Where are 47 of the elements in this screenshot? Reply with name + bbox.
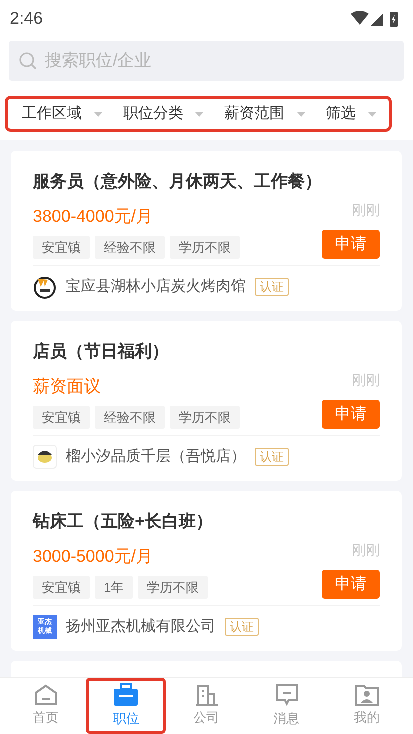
caret-icon [296, 112, 306, 116]
home-icon [34, 684, 58, 706]
nav-tab[interactable]: 首页 [6, 678, 86, 734]
company-name: 榴小汐品质千层（吾悦店） [66, 446, 246, 467]
search-field[interactable]: 搜索职位/企业 [9, 41, 404, 81]
tag: 安宜镇 [33, 406, 90, 429]
search-icon [19, 52, 37, 70]
tag: 经验不限 [95, 406, 165, 429]
job-title: 服务员（意外险、月休两天、工作餐） [33, 171, 323, 193]
nav-tab[interactable]: 公司 [166, 678, 247, 734]
nav-tab[interactable]: 消息 [246, 678, 327, 734]
message-icon [274, 683, 299, 708]
salary: 3000-5000元/月 [33, 546, 154, 568]
verified-badge: 认证 [255, 448, 289, 466]
cartoon-logo-icon [33, 445, 57, 469]
filter-dropdown[interactable]: 薪资范围 [224, 102, 306, 126]
apply-button[interactable]: 申请 [322, 570, 380, 599]
nav-tab[interactable]: 我的 [326, 678, 408, 734]
caret-icon [368, 112, 377, 116]
restaurant-logo-icon [33, 275, 57, 299]
filter-dropdown[interactable]: 工作区域 [22, 102, 103, 126]
job-title: 钻床工（五险+长白班） [33, 511, 214, 533]
tag: 学历不限 [138, 576, 208, 599]
salary: 薪资面议 [33, 376, 102, 398]
tag: 学历不限 [170, 236, 240, 259]
tag: 1年 [95, 576, 134, 599]
caret-icon [195, 112, 204, 116]
status-time: 2:46 [10, 8, 44, 30]
tag: 经验不限 [95, 236, 165, 259]
tag: 安宜镇 [33, 236, 90, 259]
tag: 安宜镇 [33, 576, 90, 599]
profile-card-icon [354, 684, 379, 706]
apply-button[interactable]: 申请 [322, 230, 380, 259]
verified-badge: 认证 [225, 618, 259, 636]
job-title: 店员（节日福利） [33, 341, 170, 363]
company-name: 扬州亚杰机械有限公司 [66, 616, 216, 637]
tag: 学历不限 [170, 406, 240, 429]
caret-icon [94, 112, 103, 116]
briefcase-icon [113, 683, 140, 708]
filter-dropdown[interactable]: 职位分类 [123, 102, 204, 126]
building-icon [194, 684, 218, 706]
apply-button[interactable]: 申请 [322, 400, 380, 429]
nav-tab[interactable]: 职位 [86, 678, 166, 734]
verified-badge: 认证 [255, 278, 289, 296]
company-name: 宝应县湖林小店炭火烤肉馆 [66, 276, 246, 297]
filter-dropdown[interactable]: 筛选 [326, 102, 377, 126]
salary: 3800-4000元/月 [33, 206, 154, 228]
